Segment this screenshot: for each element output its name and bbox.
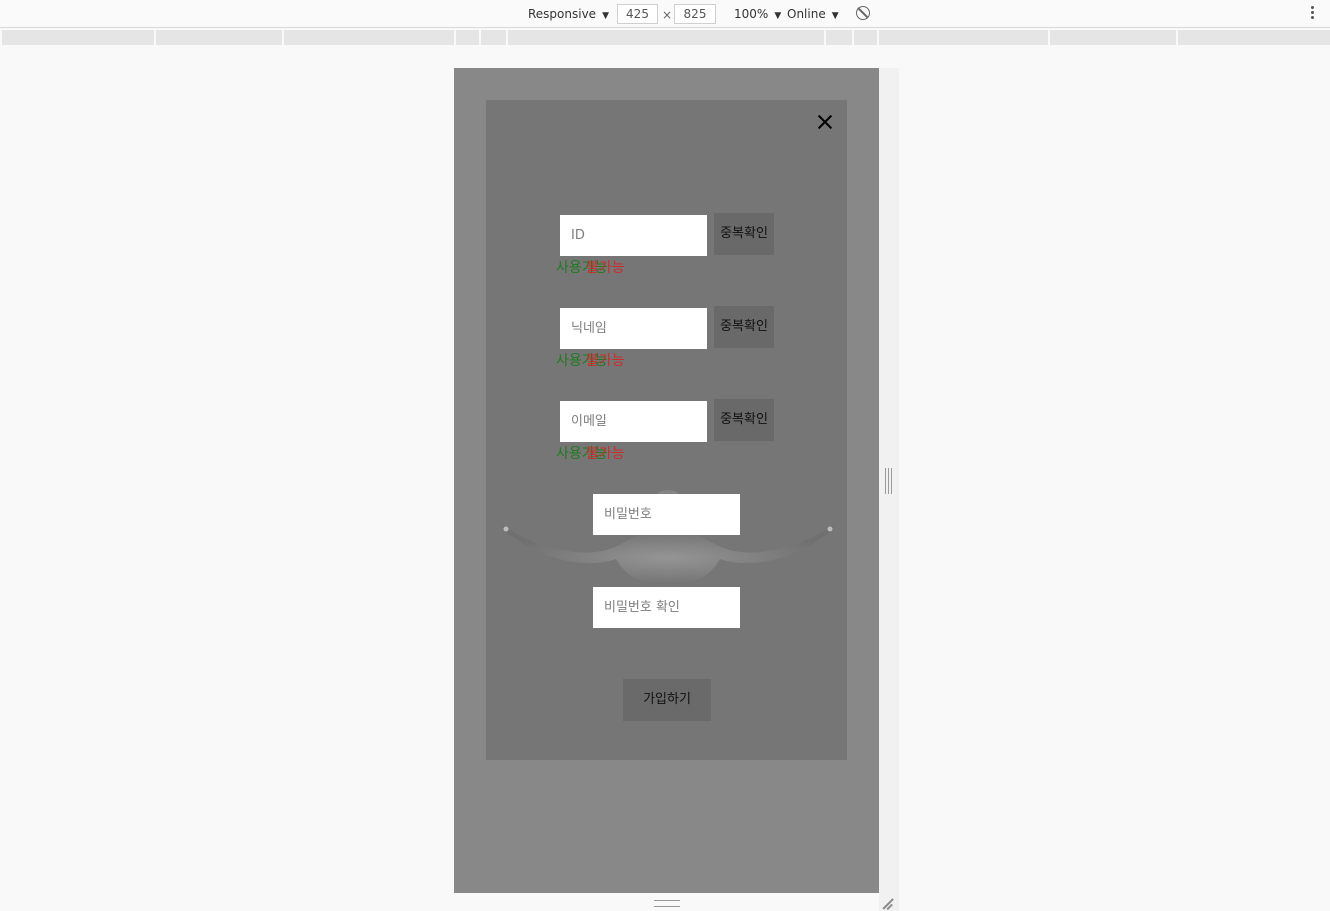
resize-handle-bottom[interactable] bbox=[654, 900, 680, 907]
media-query-segment[interactable] bbox=[1050, 30, 1176, 45]
device-mode-select[interactable]: Responsive ▼ bbox=[528, 7, 609, 23]
media-query-segment[interactable] bbox=[508, 30, 824, 45]
media-query-segment[interactable] bbox=[854, 30, 877, 45]
device-toolbar: Responsive ▼ 425 × 825 100% ▼ Online ▼ bbox=[0, 0, 1330, 28]
password-input[interactable] bbox=[593, 494, 740, 535]
email-duplicate-check-button[interactable]: 중복확인 bbox=[714, 399, 774, 441]
status-unavailable-text: 불가능 bbox=[586, 353, 625, 369]
password-confirm-input[interactable] bbox=[593, 587, 740, 628]
viewport-height-input[interactable]: 825 bbox=[674, 4, 716, 24]
zoom-select[interactable]: 100% ▼ bbox=[734, 7, 781, 23]
media-query-segment[interactable] bbox=[481, 30, 506, 45]
rotate-icon[interactable] bbox=[856, 6, 870, 20]
resize-handle-right[interactable] bbox=[885, 468, 892, 494]
chevron-down-icon: ▼ bbox=[774, 11, 782, 21]
chevron-down-icon: ▼ bbox=[602, 11, 609, 21]
status-unavailable-text: 불가능 bbox=[586, 260, 625, 276]
network-throttle-select[interactable]: Online ▼ bbox=[787, 7, 839, 23]
media-query-segment[interactable] bbox=[456, 30, 479, 45]
viewport-width-input[interactable]: 425 bbox=[617, 4, 658, 24]
media-query-segment[interactable] bbox=[156, 30, 282, 45]
media-query-segment[interactable] bbox=[879, 30, 1048, 45]
dimension-separator: × bbox=[662, 8, 673, 22]
more-options-icon[interactable] bbox=[1311, 6, 1315, 22]
email-status-message: 사용가능 불가능 bbox=[556, 444, 646, 464]
nickname-input[interactable] bbox=[560, 308, 707, 349]
id-duplicate-check-button[interactable]: 중복확인 bbox=[714, 213, 774, 255]
signup-submit-button[interactable]: 가입하기 bbox=[623, 679, 711, 721]
chevron-down-icon: ▼ bbox=[831, 11, 839, 21]
email-input[interactable] bbox=[560, 401, 707, 442]
nickname-status-message: 사용가능 불가능 bbox=[556, 351, 646, 371]
network-label: Online bbox=[787, 7, 826, 21]
status-unavailable-text: 불가능 bbox=[586, 446, 625, 462]
media-query-bar bbox=[0, 29, 1330, 46]
id-input[interactable] bbox=[560, 215, 707, 256]
resize-handle-corner[interactable] bbox=[880, 896, 894, 910]
zoom-label: 100% bbox=[734, 7, 769, 21]
media-query-segment[interactable] bbox=[2, 30, 154, 45]
media-query-segment[interactable] bbox=[1178, 30, 1330, 45]
media-query-segment[interactable] bbox=[826, 30, 852, 45]
close-icon[interactable] bbox=[815, 112, 835, 132]
signup-modal: 중복확인 사용가능 불가능 중복확인 사용가능 불가능 중복확인 사용가능 불가… bbox=[486, 100, 847, 760]
nickname-duplicate-check-button[interactable]: 중복확인 bbox=[714, 306, 774, 348]
device-mode-label: Responsive bbox=[528, 7, 597, 21]
media-query-segment[interactable] bbox=[284, 30, 454, 45]
id-status-message: 사용가능 불가능 bbox=[556, 258, 646, 278]
